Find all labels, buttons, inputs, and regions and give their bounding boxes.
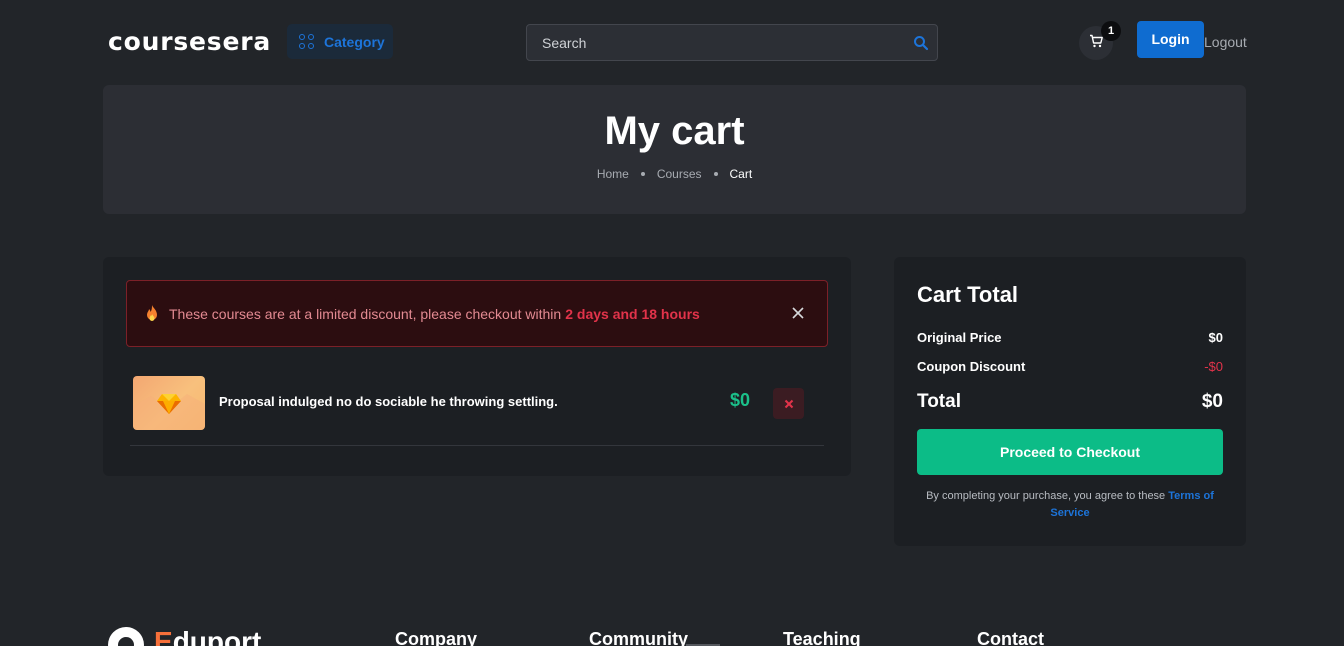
coupon-discount-row: Coupon Discount -$0 [917, 359, 1223, 374]
alert-countdown: 2 days and 18 hours [565, 305, 700, 322]
remove-item-button[interactable] [773, 388, 804, 419]
cart-item-row: Proposal indulged no do sociable he thro… [130, 369, 824, 446]
breadcrumb-separator [640, 172, 645, 176]
close-icon[interactable] [791, 306, 805, 320]
footer-logo-text: Eduport [154, 626, 262, 646]
category-label: Category [324, 33, 385, 50]
breadcrumb-courses[interactable]: Courses [657, 167, 702, 181]
category-button[interactable]: Category [287, 24, 393, 59]
course-thumbnail[interactable] [133, 376, 205, 430]
original-price-value: $0 [1208, 330, 1223, 345]
page: coursesera Category Search 1 Login Logou… [0, 0, 1344, 646]
footer-heading-teaching: Teaching [783, 629, 861, 646]
course-price: $0 [730, 390, 751, 410]
total-label: Total [917, 391, 961, 412]
login-button[interactable]: Login [1137, 21, 1204, 58]
cart-items-card: These courses are at a limited discount,… [103, 257, 851, 476]
close-icon [784, 396, 794, 412]
top-navbar: coursesera Category Search 1 Login Logou… [0, 0, 1344, 84]
site-logo[interactable]: coursesera [108, 28, 271, 56]
footer-logo[interactable]: Eduport [108, 627, 261, 646]
page-header-banner: My cart Home Courses Cart [103, 85, 1246, 214]
breadcrumb-current: Cart [729, 167, 753, 181]
page-title: My cart [604, 109, 745, 153]
course-title[interactable]: Proposal indulged no do sociable he thro… [219, 394, 558, 409]
footer-heading-contact: Contact [977, 629, 1044, 646]
eduport-logo-icon [108, 627, 144, 646]
original-price-label: Original Price [917, 330, 1002, 345]
cart-total-heading: Cart Total [917, 282, 1019, 307]
cart-total-card: Cart Total Original Price $0 Coupon Disc… [894, 257, 1246, 546]
footer-heading-company: Company [395, 629, 478, 646]
footer-heading-community: Community [589, 629, 688, 646]
cart-icon [1089, 34, 1104, 53]
search-icon[interactable] [913, 35, 929, 51]
cart-count-badge: 1 [1101, 21, 1121, 41]
terms-text: By completing your purchase, you agree t… [926, 490, 1166, 502]
alert-message: These courses are at a limited discount,… [169, 305, 562, 322]
original-price-row: Original Price $0 [917, 330, 1223, 345]
fire-icon [143, 304, 161, 324]
coupon-discount-value: -$0 [1204, 359, 1223, 374]
search-input[interactable] [527, 25, 937, 60]
breadcrumb-home[interactable]: Home [597, 167, 629, 181]
grid-icon [299, 33, 315, 50]
terms-notice: By completing your purchase, you agree t… [914, 488, 1226, 522]
total-row: Total $0 [917, 391, 1223, 413]
search-bar [526, 24, 938, 61]
coupon-discount-label: Coupon Discount [917, 359, 1026, 374]
breadcrumb-separator [713, 172, 718, 176]
total-value: $0 [1201, 391, 1223, 412]
discount-alert: These courses are at a limited discount,… [126, 280, 828, 347]
proceed-to-checkout-button[interactable]: Proceed to Checkout [917, 429, 1223, 475]
breadcrumb: Home Courses Cart [103, 167, 1246, 181]
logout-link[interactable]: Logout [1204, 34, 1247, 50]
